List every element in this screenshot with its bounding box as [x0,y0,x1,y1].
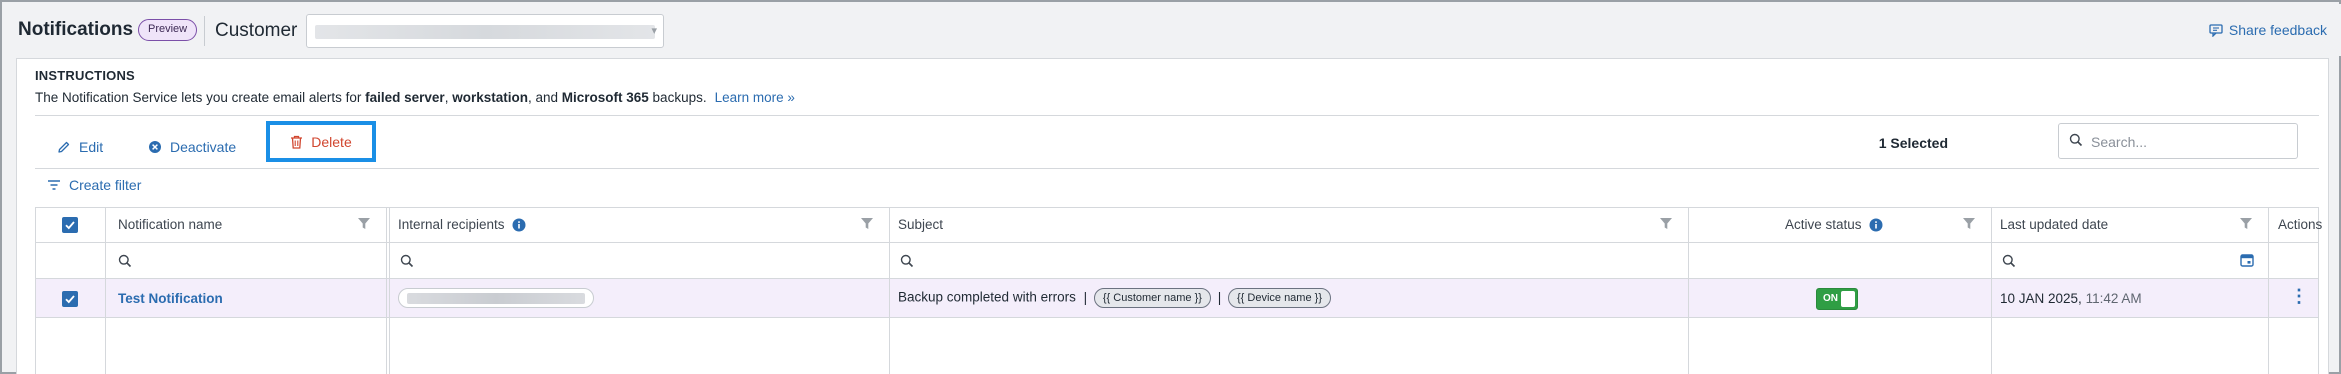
column-header-status[interactable]: Active status [1785,217,1883,232]
customer-name-token: {{ Customer name }} [1093,288,1211,308]
column-header-recipients[interactable]: Internal recipients [398,217,526,232]
create-filter-button[interactable]: Create filter [47,177,141,193]
delete-label: Delete [311,133,352,150]
column-header-name[interactable]: Notification name [118,217,222,232]
search-icon[interactable] [400,254,414,268]
pencil-icon [58,141,70,153]
edit-button[interactable]: Edit [57,127,103,167]
search-box[interactable] [2058,123,2298,159]
feedback-icon [2209,24,2223,37]
learn-more-link[interactable]: Learn more » [715,90,795,105]
row-checkbox[interactable] [62,291,78,307]
preview-badge: Preview [138,19,198,41]
page-header: Notifications Preview Customer ▾ Share f… [4,4,2341,56]
instructions-title: INSTRUCTIONS [35,68,135,83]
deactivate-button[interactable]: Deactivate [148,127,236,167]
filter-funnel-icon[interactable] [357,217,371,230]
customer-label: Customer [215,20,298,41]
table-filter-row [36,243,2318,279]
instructions-suffix: backups. [648,90,707,105]
deactivate-label: Deactivate [170,139,237,155]
filter-lines-icon [48,180,60,190]
divider [35,115,2319,116]
column-divider [889,208,890,374]
checkmark-icon [65,295,75,304]
filter-funnel-icon[interactable] [1962,217,1976,230]
search-input[interactable] [2091,130,2291,154]
calendar-icon[interactable] [2240,253,2254,267]
column-divider [386,208,387,374]
column-header-updated[interactable]: Last updated date [2000,217,2108,232]
toggle-knob [1841,291,1855,307]
share-feedback-label: Share feedback [2228,22,2327,38]
edit-label: Edit [79,139,104,155]
instructions-bold-m365: Microsoft 365 [561,90,649,105]
column-divider [1991,208,1992,374]
chevron-down-icon: ▾ [651,25,657,37]
customer-select[interactable]: ▾ [306,14,664,48]
column-header-status-label: Active status [1785,217,1862,232]
subject-separator: | [1083,289,1088,305]
instructions-sep: , and [527,90,562,105]
search-icon[interactable] [900,254,914,268]
column-divider [2268,208,2269,374]
select-all-checkbox[interactable] [62,217,78,233]
delete-button[interactable]: Delete [266,121,376,162]
updated-date: 10 JAN 2025, [2000,291,2082,306]
customer-value-redacted [315,25,655,39]
subject-text: Backup completed with errors [898,289,1076,305]
page-title: Notifications [18,19,134,40]
app-frame: Notifications Preview Customer ▾ Share f… [0,0,2341,374]
notifications-panel: INSTRUCTIONS The Notification Service le… [16,58,2329,374]
column-header-actions: Actions [2278,217,2323,232]
notification-name-link[interactable]: Test Notification [118,291,223,306]
info-icon[interactable] [512,218,526,232]
notifications-table: Notification name Internal recipients Su… [35,207,2323,374]
filter-funnel-icon[interactable] [1659,217,1673,230]
selected-count: 1 Selected [1878,135,1948,151]
header-divider [204,16,205,46]
column-divider [105,208,106,374]
divider [35,168,2319,169]
recipients-cell [390,279,610,318]
share-feedback-link[interactable]: Share feedback [2209,22,2327,38]
info-icon[interactable] [1869,218,1883,232]
column-header-subject[interactable]: Subject [898,217,943,232]
updated-time: 11:42 AM [2085,291,2142,306]
search-icon [2069,133,2083,147]
subject-cell: Backup completed with errors | {{ Custom… [898,288,1331,308]
filter-funnel-icon[interactable] [2239,217,2253,230]
filter-funnel-icon[interactable] [860,217,874,230]
create-filter-label: Create filter [69,177,142,193]
instructions-prefix: The Notification Service lets you create… [35,90,366,105]
search-icon[interactable] [118,254,132,268]
active-status-toggle[interactable]: ON [1816,288,1858,310]
instructions-bold-workstation: workstation [452,90,528,105]
instructions-text: The Notification Service lets you create… [35,90,795,105]
recipient-redacted [407,293,585,304]
column-header-recipients-label: Internal recipients [398,217,505,232]
trash-icon [291,135,303,149]
recipient-chip [398,288,594,308]
search-icon[interactable] [2002,254,2016,268]
subject-separator: | [1217,289,1222,305]
close-circle-icon [149,141,161,153]
checkmark-icon [65,221,75,230]
more-actions-icon[interactable]: ⋮ [2290,286,2308,307]
column-divider [1688,208,1689,374]
updated-date-cell: 10 JAN 2025, 11:42 AM [2000,291,2142,306]
device-name-token: {{ Device name }} [1227,288,1331,308]
instructions-bold-server: failed server [365,90,445,105]
toggle-label: ON [1823,293,1838,304]
